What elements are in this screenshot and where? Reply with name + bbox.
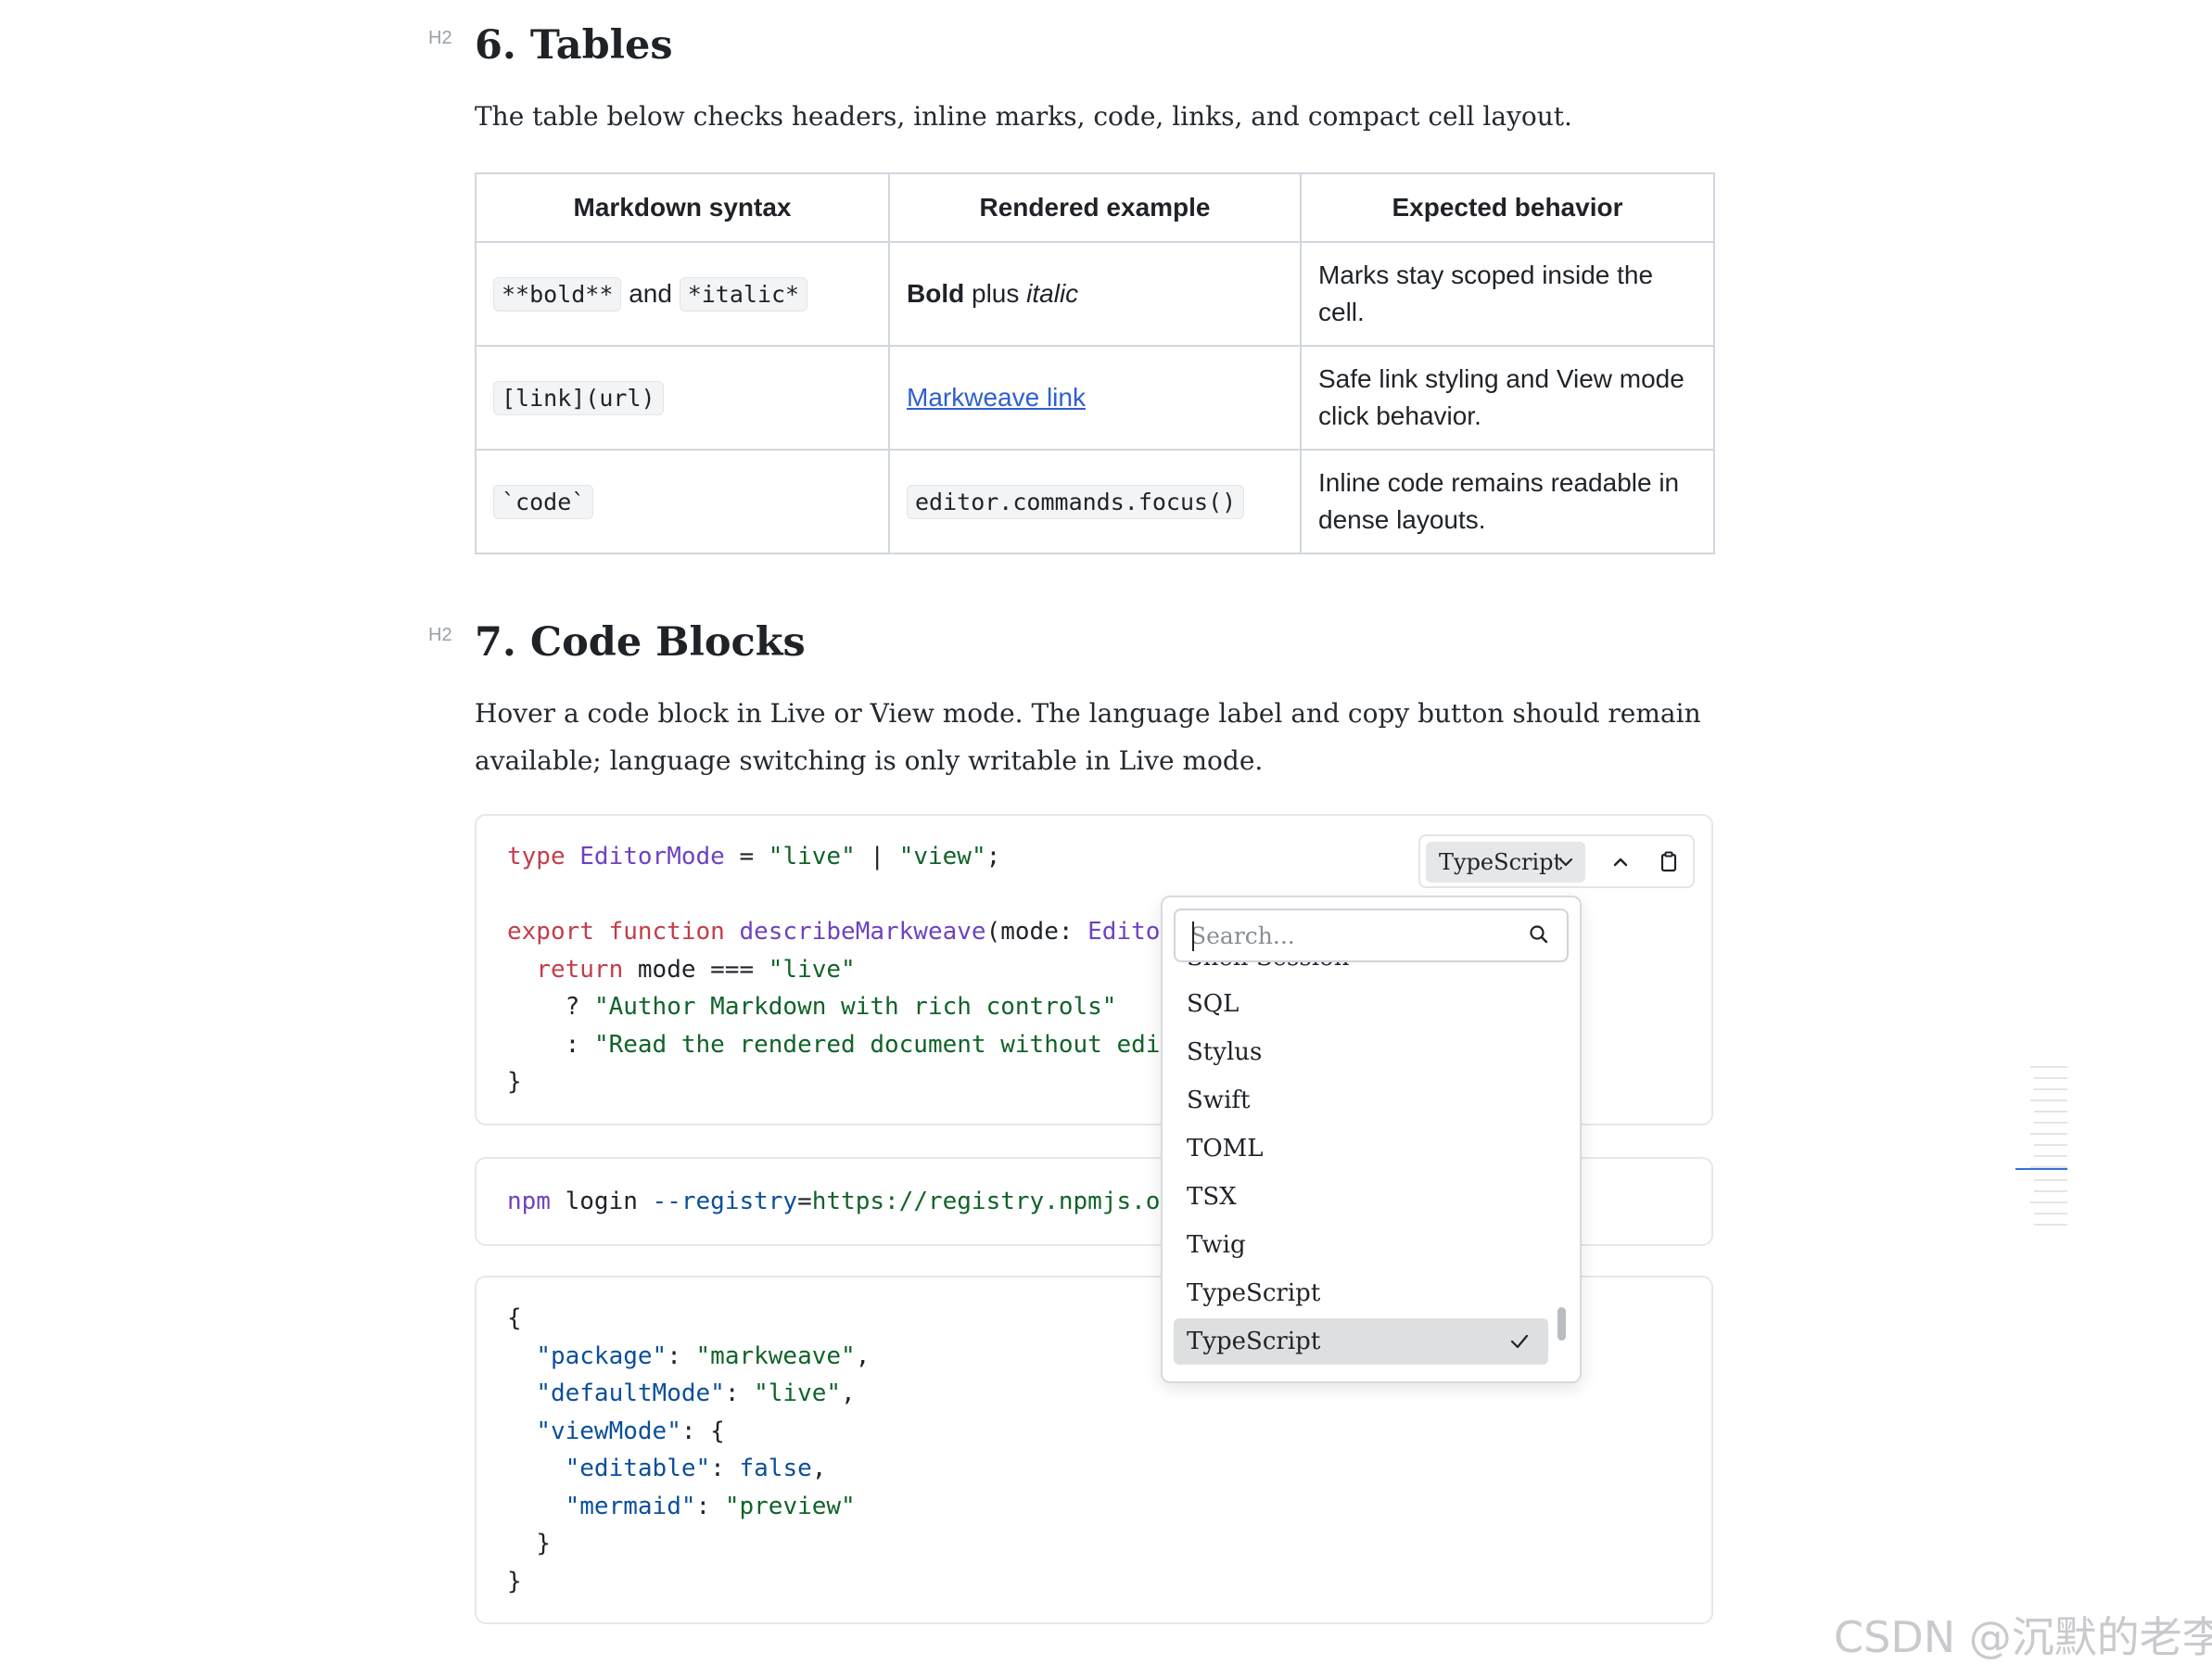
code-blocks-intro-line2: available; language switching is only wr… bbox=[475, 745, 1264, 776]
text-caret bbox=[1192, 921, 1194, 951]
minimap-line bbox=[2030, 1066, 2067, 1068]
heading-level-label: H2 bbox=[428, 625, 452, 645]
minimap-line bbox=[2034, 1179, 2067, 1181]
language-option[interactable]: Stylus bbox=[1174, 1029, 1548, 1075]
minimap-line bbox=[2034, 1122, 2067, 1124]
minimap-line bbox=[2034, 1144, 2067, 1146]
table-row: **bold** and *italic* Bold plus italic M… bbox=[475, 241, 1715, 347]
inline-code: [link](url) bbox=[493, 380, 664, 415]
minimap-line bbox=[2030, 1201, 2067, 1203]
table-cell-syntax: **bold** and *italic* bbox=[475, 241, 890, 347]
language-dropdown: Shell Session SQL Stylus Swift TOML TSX … bbox=[1161, 896, 1582, 1383]
bold-text: Bold bbox=[907, 279, 965, 308]
markweave-link[interactable]: Markweave link bbox=[907, 383, 1086, 412]
minimap-line bbox=[2034, 1224, 2067, 1226]
table-cell-behavior: Marks stay scoped inside the cell. bbox=[1300, 241, 1715, 347]
table-cell-syntax: [link](url) bbox=[475, 345, 890, 451]
language-option[interactable]: TypeScript bbox=[1174, 1270, 1548, 1316]
language-label: TypeScript bbox=[1439, 849, 1563, 875]
code-blocks-intro-line1: Hover a code block in Live or View mode.… bbox=[475, 698, 1701, 729]
table-header-cell: Expected behavior bbox=[1300, 172, 1715, 243]
minimap-line bbox=[2034, 1213, 2067, 1214]
language-option-label: TypeScript bbox=[1187, 1328, 1321, 1355]
language-option-selected[interactable]: TypeScript bbox=[1174, 1318, 1548, 1365]
language-option[interactable]: Swift bbox=[1174, 1077, 1548, 1124]
table-cell-rendered: Bold plus italic bbox=[888, 241, 1302, 347]
table-row: [link](url) Markweave link Safe link sty… bbox=[475, 345, 1715, 451]
italic-text: italic bbox=[1026, 279, 1079, 308]
cell-text: and bbox=[629, 278, 672, 308]
markdown-table: Markdown syntax Rendered example Expecte… bbox=[475, 172, 1715, 554]
outline-minimap[interactable] bbox=[2015, 1066, 2067, 1233]
clipboard-icon[interactable] bbox=[1650, 844, 1687, 881]
section-heading-tables: 6. Tables bbox=[475, 22, 673, 69]
language-search-box bbox=[1174, 909, 1569, 962]
dropdown-scrollbar-thumb[interactable] bbox=[1557, 1307, 1566, 1341]
section-heading-code-blocks: 7. Code Blocks bbox=[475, 619, 806, 666]
table-cell-behavior: Safe link styling and View mode click be… bbox=[1300, 345, 1715, 451]
code-content: { "package": "markweave", "defaultMode":… bbox=[507, 1304, 871, 1595]
language-select-button[interactable]: TypeScript bbox=[1426, 842, 1585, 883]
check-icon bbox=[1509, 1318, 1530, 1370]
language-option[interactable]: SQL bbox=[1174, 981, 1548, 1027]
table-cell-rendered: editor.commands.focus() bbox=[888, 449, 1302, 554]
minimap-line bbox=[2034, 1088, 2067, 1090]
table-row: `code` editor.commands.focus() Inline co… bbox=[475, 449, 1715, 554]
minimap-line bbox=[2030, 1099, 2067, 1101]
minimap-active-line bbox=[2015, 1168, 2067, 1170]
chevron-down-icon bbox=[1557, 842, 1574, 897]
minimap-line bbox=[2034, 1111, 2067, 1112]
code-content: npm login --registry=https://registry.np… bbox=[507, 1188, 1161, 1215]
inline-code: *italic* bbox=[679, 276, 808, 311]
cell-text: plus bbox=[972, 279, 1020, 308]
language-option[interactable]: Shell Session bbox=[1174, 962, 1548, 981]
language-search-input[interactable] bbox=[1190, 918, 1506, 953]
code-content: type EditorMode = "live" | "view"; expor… bbox=[507, 843, 1161, 1096]
inline-code: **bold** bbox=[493, 276, 622, 311]
tables-intro-paragraph: The table below checks headers, inline m… bbox=[475, 101, 1572, 132]
table-cell-rendered: Markweave link bbox=[888, 345, 1302, 451]
table-cell-behavior: Inline code remains readable in dense la… bbox=[1300, 449, 1715, 554]
search-icon bbox=[1528, 923, 1550, 950]
language-option[interactable]: TOML bbox=[1174, 1125, 1548, 1172]
minimap-line bbox=[2034, 1077, 2067, 1079]
table-cell-syntax: `code` bbox=[475, 449, 890, 554]
minimap-line bbox=[2030, 1133, 2067, 1135]
minimap-line bbox=[2034, 1155, 2067, 1157]
heading-level-label: H2 bbox=[428, 28, 452, 48]
code-block-toolbar: TypeScript bbox=[1418, 834, 1695, 888]
table-header-cell: Markdown syntax bbox=[475, 172, 890, 243]
inline-code: `code` bbox=[493, 484, 594, 519]
table-header-cell: Rendered example bbox=[888, 172, 1302, 243]
table-header-row: Markdown syntax Rendered example Expecte… bbox=[475, 172, 1715, 243]
language-option-list: Shell Session SQL Stylus Swift TOML TSX … bbox=[1174, 962, 1557, 1370]
minimap-line bbox=[2034, 1190, 2067, 1192]
chevron-up-icon[interactable] bbox=[1602, 844, 1639, 881]
language-option[interactable]: TSX bbox=[1174, 1174, 1548, 1220]
watermark: CSDN @沉默的老李 bbox=[1834, 1612, 2212, 1662]
inline-code: editor.commands.focus() bbox=[907, 484, 1245, 519]
language-option[interactable]: Twig bbox=[1174, 1222, 1548, 1268]
